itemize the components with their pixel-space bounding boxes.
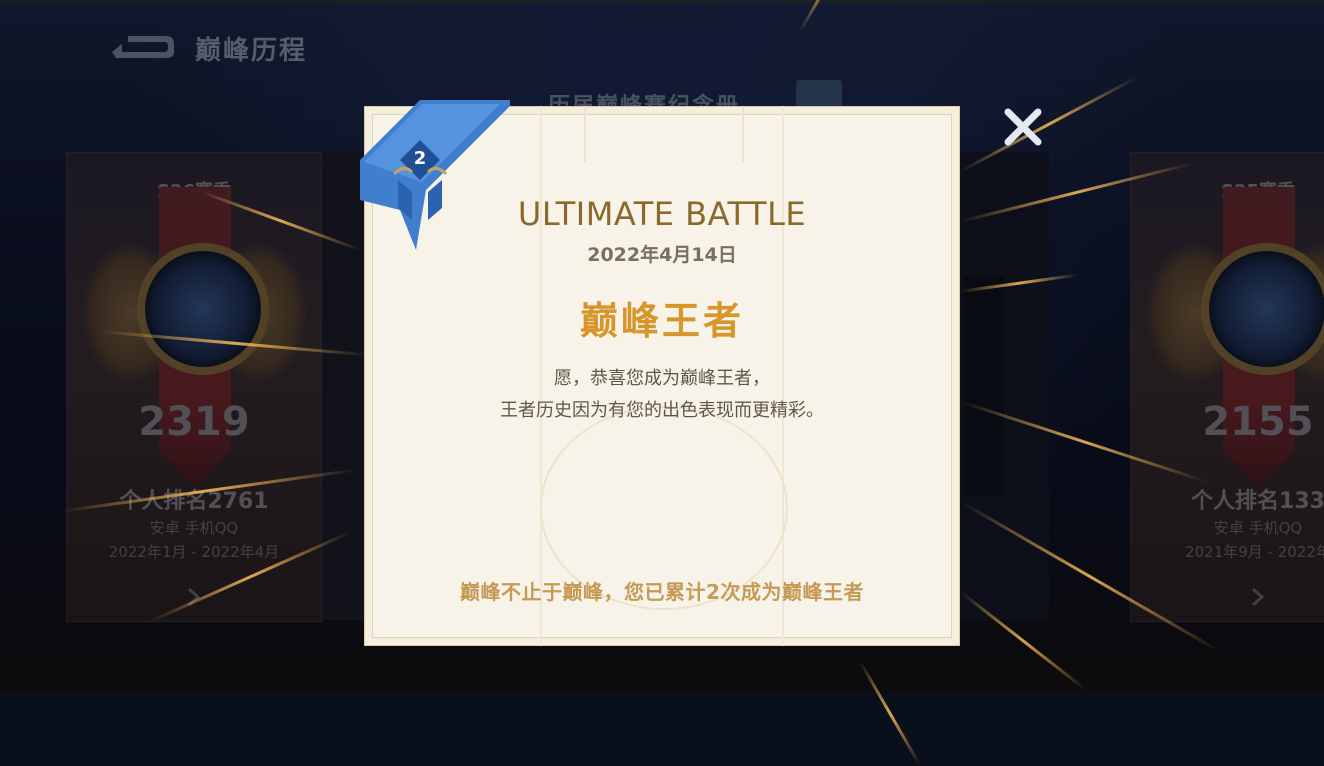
modal-message-line2: 王者历史因为有您的出色表现而更精彩。 bbox=[500, 400, 824, 421]
modal-date: 2022年4月14日 bbox=[587, 244, 737, 266]
badge-number: 2 bbox=[414, 148, 427, 169]
modal-footer: 巅峰不止于巅峰，您已累计2次成为巅峰王者 bbox=[460, 580, 864, 604]
modal-decoration bbox=[584, 106, 744, 162]
modal-message-line1: 愿，恭喜您成为巅峰王者， bbox=[554, 368, 770, 389]
modal-title: 巅峰王者 bbox=[579, 299, 744, 343]
modal-heading: ULTIMATE BATTLE bbox=[517, 195, 807, 233]
close-icon[interactable] bbox=[1002, 106, 1044, 148]
